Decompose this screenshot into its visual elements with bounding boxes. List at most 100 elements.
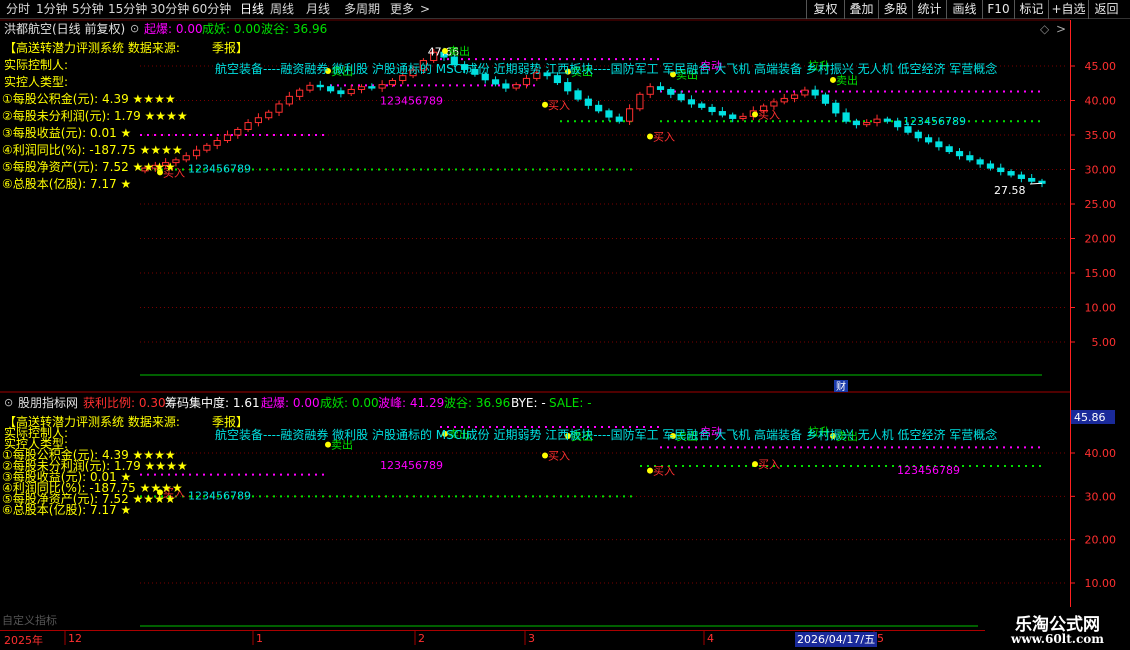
sequence-label: 123456789 — [380, 459, 443, 472]
candle-body — [234, 128, 242, 136]
candle-body — [646, 86, 654, 95]
watermark: 乐淘公式网 www.60lt.com — [985, 607, 1130, 650]
info-row-1: ①每股公积金(元): 4.39 ★★★★ — [2, 92, 176, 106]
cursor-date: 2026/04/17/五 — [795, 632, 878, 647]
candle-body — [512, 84, 520, 89]
candle-body — [811, 89, 819, 96]
axis-label: 10.00 — [1085, 577, 1117, 590]
low-price-label: 27.58 — [994, 184, 1026, 197]
sequence-label: 123456789 — [188, 489, 251, 502]
axis-label: 45.00 — [1085, 60, 1117, 73]
axis-label: 30.00 — [1085, 490, 1117, 503]
candle-body — [491, 79, 500, 85]
watermark-url: www.60lt.com — [1011, 632, 1104, 646]
candle-body — [636, 93, 644, 110]
concept-text: 航空装备----融资融券 微利股 沪股通标的 MSCI成份 近期弱势 江西板块-… — [215, 62, 998, 76]
candle-body — [790, 94, 799, 99]
candle-body — [605, 110, 613, 118]
candle-body — [254, 117, 263, 124]
candle-body — [935, 141, 943, 148]
info-controller: 实际控制人: — [4, 58, 69, 72]
candle-body — [955, 151, 964, 157]
candle-body — [894, 120, 902, 128]
candle-body — [564, 82, 572, 92]
info-row-6: ⑥总股本(亿股): 7.17 ★ — [2, 177, 132, 191]
lower-bofeng: 波峰: 41.29 — [378, 396, 445, 410]
candle-body — [192, 149, 201, 157]
stock-title[interactable]: 洪都航空(日线 前复权) — [4, 20, 125, 38]
candle-body — [574, 90, 582, 100]
candle-body — [502, 83, 510, 89]
info-title: 【高送转潜力评测系统 数据来源: — [4, 41, 180, 55]
lower-chengyao: 成妖: 0.00 — [320, 396, 379, 410]
dropdown-icon[interactable]: ⊙ — [4, 394, 13, 412]
buy-signal: 买入 — [653, 465, 675, 478]
candle-body — [708, 106, 716, 113]
candle-body — [275, 103, 283, 113]
sequence-label: 123456789 — [897, 464, 960, 477]
chengyao-value: 成妖: 0.00 — [202, 22, 261, 36]
candle-body — [584, 98, 592, 106]
candle-body — [306, 84, 314, 91]
candle-body — [244, 122, 252, 130]
candle-body — [842, 112, 850, 122]
bogu-value: 波谷: 36.96 — [261, 22, 328, 36]
axis-label: 40.00 — [1085, 447, 1117, 460]
info-controller-type: 实控人类型: — [4, 75, 69, 89]
buy-signal: 买入 — [653, 131, 675, 144]
low-arrow — [1029, 182, 1043, 185]
candle-body — [625, 108, 634, 122]
candle-body — [883, 118, 891, 122]
candle-body — [326, 86, 335, 92]
candle-body — [924, 137, 933, 143]
lower-bogu: 波谷: 36.96 — [444, 396, 511, 410]
sequence-label: 123456789 — [188, 163, 251, 176]
info-row-2: ②每股未分利润(元): 1.79 ★★★★ — [2, 109, 188, 123]
buy-signal: 买入 — [758, 458, 780, 471]
axis-label: 5.00 — [1092, 336, 1117, 349]
candle-body — [852, 120, 861, 126]
dropdown-icon[interactable]: ⊙ — [130, 20, 139, 38]
candle-body — [821, 94, 830, 104]
candle-body — [687, 99, 696, 105]
candle-body — [656, 86, 665, 90]
candle-body — [832, 102, 840, 114]
axis-label: 15.00 — [1085, 267, 1117, 280]
chevron-right-icon[interactable]: > — [1056, 20, 1066, 38]
candle-body — [316, 84, 324, 88]
candle-body — [337, 90, 345, 95]
date-axis: 2025年 12 1 2 3 4 5 2026/04/17/五 — [0, 630, 1130, 650]
axis-label: 20.00 — [1085, 233, 1117, 246]
axis-month-4: 4 — [707, 632, 714, 645]
axis-month-5: 5 — [877, 632, 884, 645]
qibao-value: 起爆: 0.00 — [144, 22, 203, 36]
candle-body — [615, 116, 623, 122]
candle-body — [780, 97, 788, 103]
axis-label: 40.00 — [1085, 95, 1117, 108]
candle-body — [296, 89, 304, 97]
candle-body — [863, 122, 871, 126]
candle-body — [223, 134, 232, 142]
candle-body — [729, 114, 737, 119]
lower-bye: BYE: - — [511, 396, 546, 410]
profit-ratio: 获利比例: 0.30 — [83, 396, 166, 410]
candle-body — [368, 86, 376, 89]
buy-signal: 买入 — [758, 108, 780, 121]
candle-body — [698, 103, 706, 108]
candle-body — [770, 101, 778, 107]
diamond-icon[interactable]: ◇ — [1040, 20, 1049, 38]
candle-body — [522, 77, 531, 86]
candle-body — [357, 86, 366, 90]
indicator-name[interactable]: 股朋指标网 — [18, 394, 78, 412]
axis-month-1: 1 — [256, 632, 263, 645]
candle-body — [801, 89, 809, 96]
lower-qibao: 起爆: 0.00 — [261, 396, 320, 410]
price-axis-line — [1070, 20, 1071, 630]
value-box-label: 45.86 — [1074, 411, 1106, 424]
candle-body — [966, 155, 974, 161]
chip-concentration: 筹码集中度: 1.61 — [165, 396, 260, 410]
axis-label: 35.00 — [1085, 129, 1117, 142]
sell-signal: 卖出 — [448, 44, 470, 58]
candle-body — [986, 163, 995, 169]
candle-body — [347, 88, 355, 95]
